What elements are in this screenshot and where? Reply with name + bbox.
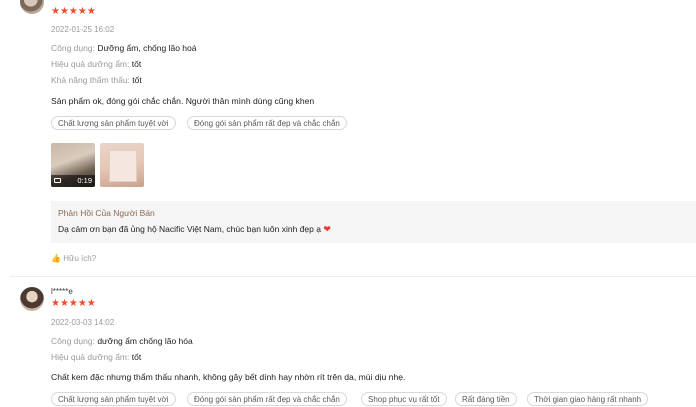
attribute-value: tốt <box>131 352 142 362</box>
seller-reply-message: Dạ cảm ơn bạn đã ủng hộ Nacific Việt Nam… <box>58 224 331 235</box>
review-tag[interactable]: Rất đáng tiền <box>455 392 517 406</box>
review-tag[interactable]: Đóng gói sản phẩm rất đẹp và chắc chắn <box>187 392 347 406</box>
attribute-row: Công dụng: Dưỡng ẩm, chống lão hoá <box>51 43 197 53</box>
attribute-row: Hiệu quả dưỡng ẩm: tốt <box>51 352 141 362</box>
review-date: 2022-03-03 14:02 <box>51 318 115 327</box>
review-divider <box>10 276 696 277</box>
review-date: 2022-01-25 16:02 <box>51 25 115 34</box>
product-box-image <box>110 151 136 181</box>
review-video-thumbnail[interactable]: 0:19 <box>51 143 95 187</box>
attribute-key: Hiệu quả dưỡng ẩm: <box>51 59 130 69</box>
star-rating: ★★★★★ <box>51 298 96 309</box>
seller-reply-text: Dạ cảm ơn bạn đã ủng hộ Nacific Việt Nam… <box>58 224 321 234</box>
review-tag[interactable]: Thời gian giao hàng rất nhanh <box>527 392 649 406</box>
attribute-key: Hiệu quả dưỡng ẩm: <box>51 352 130 362</box>
avatar[interactable] <box>20 0 44 14</box>
review-image-thumbnail[interactable] <box>100 143 144 187</box>
attribute-key: Công dụng: <box>51 336 95 346</box>
review-tag[interactable]: Chất lượng sản phẩm tuyệt vời <box>51 116 176 130</box>
attribute-key: Công dụng: <box>51 43 95 53</box>
attribute-value: dưỡng ẩm chống lão hóa <box>97 336 193 346</box>
review-tag[interactable]: Shop phục vụ rất tốt <box>361 392 447 406</box>
review-text: Chất kem đặc nhưng thẩm thấu nhanh, khôn… <box>51 372 406 382</box>
reviewer-username[interactable]: l*****e <box>51 287 73 296</box>
attribute-key: Khả năng thẩm thấu: <box>51 75 130 85</box>
helpful-label: Hữu ích? <box>63 254 97 263</box>
seller-reply-box: Phản Hồi Của Người Bán Dạ cảm ơn bạn đã … <box>51 201 696 243</box>
review-text: Sản phẩm ok, đóng gói chắc chắn. Người t… <box>51 96 315 106</box>
seller-reply-title: Phản Hồi Của Người Bán <box>58 208 155 218</box>
attribute-row: Công dụng: dưỡng ẩm chống lão hóa <box>51 336 193 346</box>
avatar[interactable] <box>20 287 44 311</box>
attribute-value: Dưỡng ẩm, chống lão hoá <box>97 43 197 53</box>
attribute-value: tốt <box>131 59 142 69</box>
review-tag[interactable]: Đóng gói sản phẩm rất đẹp và chắc chắn <box>187 116 347 130</box>
helpful-button[interactable]: 👍 Hữu ích? <box>51 254 96 263</box>
video-camera-icon <box>54 178 61 183</box>
review-tag[interactable]: Chất lượng sản phẩm tuyệt vời <box>51 392 176 406</box>
star-rating: ★★★★★ <box>51 6 96 17</box>
attribute-row: Hiệu quả dưỡng ẩm: tốt <box>51 59 141 69</box>
attribute-value: tốt <box>132 75 142 85</box>
thumbs-up-icon: 👍 <box>51 254 61 263</box>
video-duration: 0:19 <box>77 176 92 185</box>
attribute-row: Khả năng thẩm thấu: tốt <box>51 75 142 85</box>
heart-icon: ❤ <box>323 224 331 234</box>
video-bar: 0:19 <box>51 175 95 187</box>
